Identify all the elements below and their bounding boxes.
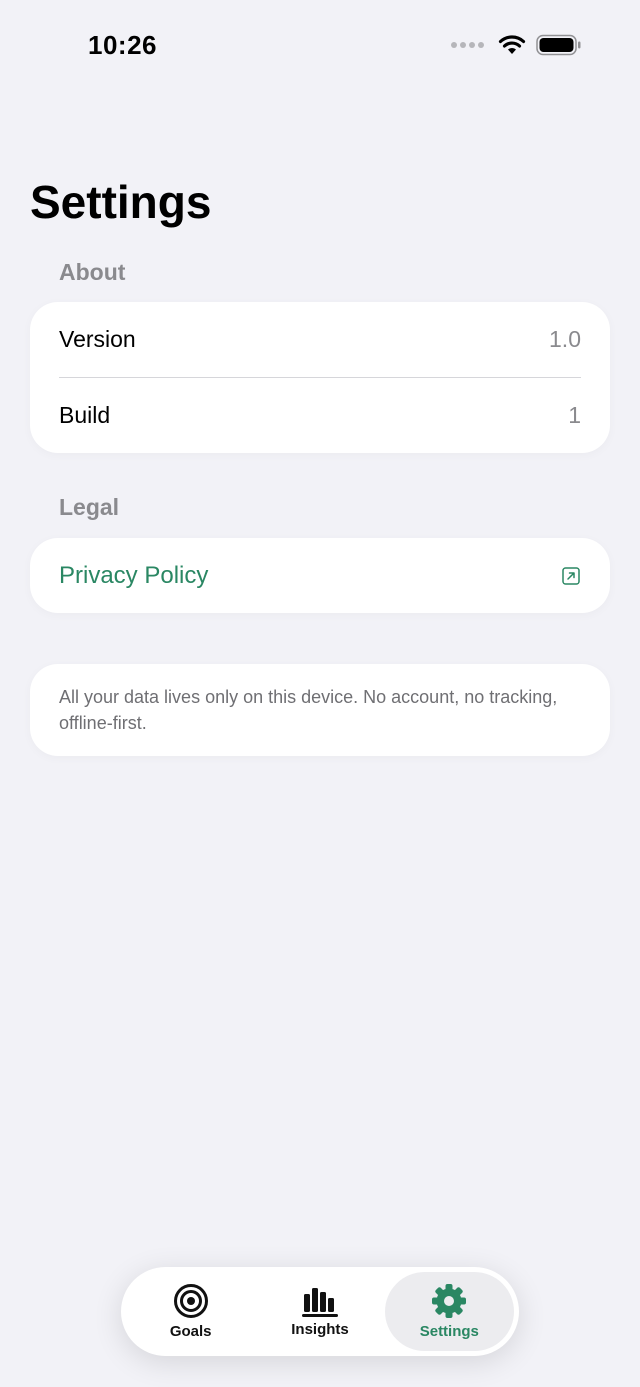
about-card: Version 1.0 Build 1 xyxy=(30,302,610,453)
tab-insights[interactable]: Insights xyxy=(255,1272,384,1351)
build-label: Build xyxy=(59,402,111,428)
build-row: Build 1 xyxy=(30,378,610,453)
tab-goals-label: Goals xyxy=(169,1323,212,1340)
version-label: Version xyxy=(59,326,136,352)
target-icon xyxy=(173,1284,208,1318)
privacy-policy-label: Privacy Policy xyxy=(59,561,209,589)
gear-icon xyxy=(432,1284,467,1318)
legal-card: Privacy Policy xyxy=(30,538,610,613)
status-icons xyxy=(451,34,582,56)
external-link-icon xyxy=(562,566,580,585)
battery-icon xyxy=(536,34,581,56)
wifi-icon xyxy=(498,35,526,54)
section-header-about: About xyxy=(59,259,126,285)
status-time: 10:26 xyxy=(88,30,157,60)
bar-chart-icon xyxy=(301,1288,338,1317)
version-value: 1.0 xyxy=(549,326,581,352)
privacy-policy-link[interactable]: Privacy Policy xyxy=(30,538,610,613)
tab-goals[interactable]: Goals xyxy=(126,1272,255,1351)
tab-bar: Goals Insights Settings xyxy=(121,1267,519,1356)
status-bar: 10:26 xyxy=(0,0,640,94)
build-value: 1 xyxy=(568,402,581,428)
tab-settings[interactable]: Settings xyxy=(384,1272,514,1351)
tab-settings-label: Settings xyxy=(419,1323,479,1340)
version-row: Version 1.0 xyxy=(30,302,610,377)
page-title: Settings xyxy=(30,176,212,228)
privacy-note-card: All your data lives only on this device.… xyxy=(30,664,610,756)
privacy-note-text: All your data lives only on this device.… xyxy=(59,687,558,733)
cellular-signal-icon xyxy=(451,42,484,48)
section-header-legal: Legal xyxy=(59,494,120,520)
tab-insights-label: Insights xyxy=(291,1321,349,1338)
